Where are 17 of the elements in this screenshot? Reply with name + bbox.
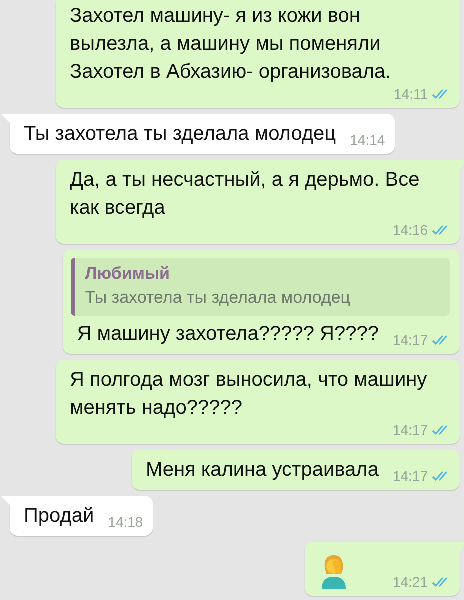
message-time: 14:17 [392, 422, 428, 438]
message-time: 14:17 [392, 468, 428, 484]
message-text: Продай [24, 504, 94, 529]
message-time: 14:21 [392, 574, 428, 590]
message-time: 14:11 [394, 86, 428, 102]
message-time: 14:14 [350, 132, 386, 148]
message-text: Меня калина устраивала [146, 458, 379, 483]
message-text: Захотел машину- я из кожи вон вылезла, а машину мы поменяли Захотел в Абхазию- организовала. [70, 4, 392, 85]
message-text: Я полгода мозг выносила, что машину менять надо????? [70, 368, 428, 421]
quote-text: Ты захотела ты зделала молодец [85, 287, 352, 309]
message-time: 14:16 [392, 222, 428, 238]
message-text: Я машину захотела????? Я???? [77, 322, 379, 347]
message-text: Да, а ты несчастный, а я дерьмо. Все как всегда [70, 168, 421, 221]
message-text: Ты захотела ты зделала молодец [24, 122, 336, 147]
quote-author: Любимый [85, 263, 171, 285]
message-time: 14:18 [108, 514, 144, 530]
message-time: 14:17 [392, 332, 428, 348]
